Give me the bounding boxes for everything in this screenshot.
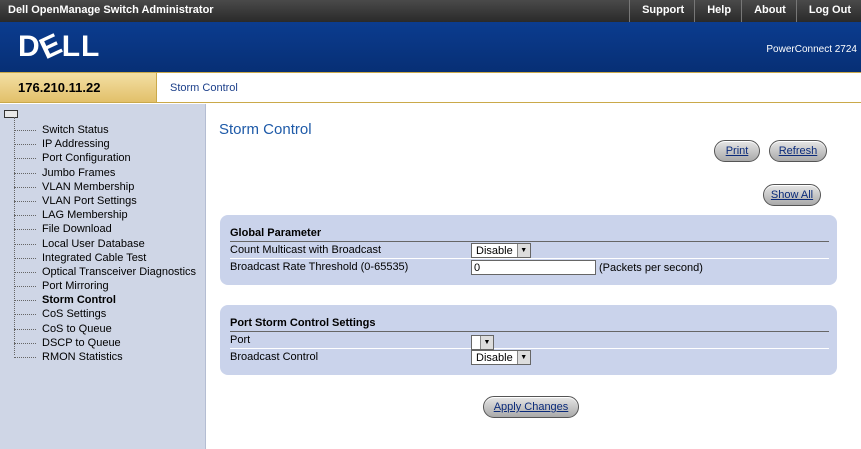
count-multicast-label: Count Multicast with Broadcast [230,244,382,256]
folder-icon [4,110,18,118]
sidebar-item-file-download[interactable]: File Download [14,222,196,236]
breadcrumb-bar: 176.210.11.22 Storm Control [0,72,861,103]
sidebar-item-vlan-membership[interactable]: VLAN Membership [14,180,196,194]
threshold-unit: (Packets per second) [599,262,703,274]
global-parameter-title: Global Parameter [230,227,829,242]
main-content: Storm Control Print Refresh Show All Glo… [207,104,861,449]
breadcrumb: Storm Control [170,82,238,94]
sidebar-item-port-configuration[interactable]: Port Configuration [14,151,196,165]
sidebar-item-local-user-database[interactable]: Local User Database [14,237,196,251]
app-title: Dell OpenManage Switch Administrator [8,4,214,16]
sidebar-item-cos-to-queue[interactable]: CoS to Queue [14,322,196,336]
print-button[interactable]: Print [714,140,760,162]
sidebar-item-jumbo-frames[interactable]: Jumbo Frames [14,166,196,180]
device-ip: 176.210.11.22 [0,73,157,102]
global-parameter-panel: Global Parameter Count Multicast with Br… [220,215,837,285]
sidebar-item-storm-control[interactable]: Storm Control [14,293,196,307]
nav-tree: Switch Status IP Addressing Port Configura… [14,116,196,364]
model-name: PowerConnect 2724 [766,44,857,55]
top-menu: Support Help About Log Out [629,0,861,22]
banner: DELL PowerConnect 2724 [0,22,861,72]
port-settings-title: Port Storm Control Settings [230,317,829,332]
sidebar-item-cos-settings[interactable]: CoS Settings [14,307,196,321]
sidebar-item-ip-addressing[interactable]: IP Addressing [14,137,196,151]
broadcast-control-row: Broadcast Control Disable ▼ [230,349,829,366]
about-link[interactable]: About [741,0,796,22]
port-select[interactable]: ▼ [471,334,494,350]
threshold-input[interactable] [471,260,596,275]
broadcast-control-select[interactable]: Disable ▼ [471,350,531,365]
sidebar-item-rmon-statistics[interactable]: RMON Statistics [14,350,196,364]
port-row: Port ▼ [230,332,829,350]
dell-logo: DELL [18,27,101,66]
apply-changes-button[interactable]: Apply Changes [483,396,579,418]
port-label: Port [230,334,251,346]
sidebar-item-dscp-to-queue[interactable]: DSCP to Queue [14,336,196,350]
count-multicast-row: Count Multicast with Broadcast Disable ▼ [230,242,829,259]
sidebar-item-integrated-cable-test[interactable]: Integrated Cable Test [14,251,196,265]
sidebar-item-vlan-port-settings[interactable]: VLAN Port Settings [14,194,196,208]
support-link[interactable]: Support [629,0,694,22]
sidebar-item-lag-membership[interactable]: LAG Membership [14,208,196,222]
help-link[interactable]: Help [694,0,741,22]
chevron-down-icon: ▼ [516,351,530,364]
page-title: Storm Control [219,121,312,138]
threshold-label: Broadcast Rate Threshold (0-65535) [230,261,409,273]
sidebar-item-optical-transceiver-diagnostics[interactable]: Optical Transceiver Diagnostics [14,265,196,279]
show-all-button[interactable]: Show All [763,184,821,206]
threshold-row: Broadcast Rate Threshold (0-65535) (Pack… [230,259,829,276]
sidebar-item-port-mirroring[interactable]: Port Mirroring [14,279,196,293]
sidebar-item-switch-status[interactable]: Switch Status [14,123,196,137]
count-multicast-select[interactable]: Disable ▼ [471,243,531,258]
broadcast-control-label: Broadcast Control [230,351,319,363]
port-settings-panel: Port Storm Control Settings Port ▼ Broad… [220,305,837,375]
top-bar: Dell OpenManage Switch Administrator Sup… [0,0,861,22]
chevron-down-icon: ▼ [480,335,493,349]
logout-link[interactable]: Log Out [795,0,861,22]
sidebar: Switch Status IP Addressing Port Configura… [0,104,206,449]
chevron-down-icon: ▼ [516,244,530,257]
refresh-button[interactable]: Refresh [769,140,827,162]
